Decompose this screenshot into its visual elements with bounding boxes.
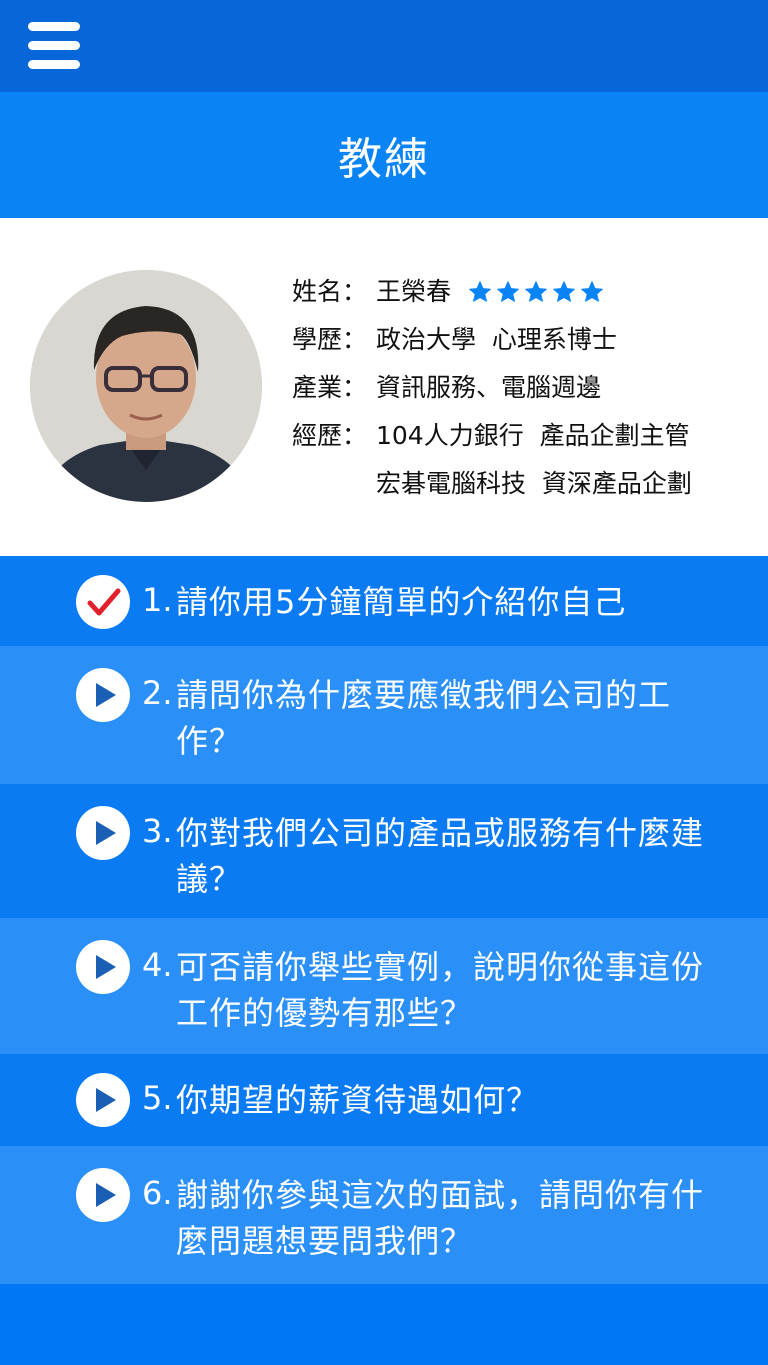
question-number: 3. [142, 812, 173, 850]
question-list: 1. 請你用5分鐘簡單的介紹你自己 2. 請問你為什麼要應徵我們公司的工作？ 3. 你對我… [0, 556, 768, 1284]
page-title: 教練 [338, 134, 430, 185]
question-item[interactable]: 4. 可否請你舉些實例，說明你從事這份工作的優勢有那些？ [0, 918, 768, 1054]
experience-row: 經歷： 104人力銀行 產品企劃主管 [292, 412, 752, 460]
play-icon[interactable] [76, 806, 130, 860]
name-row: 姓名： 王榮春 [292, 268, 752, 316]
question-number: 1. [142, 581, 173, 619]
question-text: 請問你為什麼要應徵我們公司的工作？ [176, 676, 672, 760]
play-icon[interactable] [76, 668, 130, 722]
experience-value-1: 104人力銀行 產品企劃主管 [376, 421, 690, 450]
education-label: 學歷： [292, 325, 368, 354]
question-number: 6. [142, 1174, 173, 1212]
play-icon[interactable] [76, 1168, 130, 1222]
industry-value: 資訊服務、電腦週邊 [376, 373, 602, 402]
hamburger-menu-icon[interactable] [28, 22, 80, 70]
title-bar: 教練 [0, 92, 768, 218]
industry-label: 產業： [292, 373, 368, 402]
star-icon [552, 280, 576, 303]
question-number: 4. [142, 946, 173, 984]
avatar [30, 270, 262, 502]
name-label: 姓名： [292, 277, 368, 306]
question-item[interactable]: 6. 謝謝你參與這次的面試，請問你有什麼問題想要問我們？ [0, 1146, 768, 1284]
profile-info: 姓名： 王榮春 學歷： 政治大學 心理系博士 產業： 資訊服務、電腦週邊 經歷：… [292, 268, 752, 508]
question-text: 你對我們公司的產品或服務有什麼建議？ [176, 814, 705, 898]
play-icon[interactable] [76, 1073, 130, 1127]
industry-row: 產業： 資訊服務、電腦週邊 [292, 364, 752, 412]
play-icon[interactable] [76, 940, 130, 994]
check-icon[interactable] [76, 575, 130, 629]
star-icon [580, 280, 604, 303]
question-number: 5. [142, 1079, 173, 1117]
question-text: 你期望的薪資待遇如何？ [176, 1081, 540, 1119]
education-value: 政治大學 心理系博士 [376, 325, 617, 354]
experience-value-2: 宏碁電腦科技 資深產品企劃 [376, 469, 692, 498]
experience-label: 經歷： [292, 421, 368, 450]
star-icon [524, 280, 548, 303]
question-item[interactable]: 3. 你對我們公司的產品或服務有什麼建議？ [0, 784, 768, 918]
top-bar [0, 0, 768, 92]
question-item[interactable]: 1. 請你用5分鐘簡單的介紹你自己 [0, 556, 768, 646]
question-text: 謝謝你參與這次的面試，請問你有什麼問題想要問我們？ [176, 1176, 705, 1260]
question-text: 請你用5分鐘簡單的介紹你自己 [176, 583, 627, 621]
rating-stars [467, 279, 605, 305]
star-icon [468, 280, 492, 303]
question-number: 2. [142, 674, 173, 712]
education-row: 學歷： 政治大學 心理系博士 [292, 316, 752, 364]
question-item[interactable]: 2. 請問你為什麼要應徵我們公司的工作？ [0, 646, 768, 784]
star-icon [496, 280, 520, 303]
question-item[interactable]: 5. 你期望的薪資待遇如何？ [0, 1054, 768, 1146]
coach-profile-card: 姓名： 王榮春 學歷： 政治大學 心理系博士 產業： 資訊服務、電腦週邊 經歷：… [0, 218, 768, 556]
question-text: 可否請你舉些實例，說明你從事這份工作的優勢有那些？ [176, 948, 705, 1032]
coach-name: 王榮春 [376, 277, 452, 306]
experience-row-2: 宏碁電腦科技 資深產品企劃 [292, 460, 752, 508]
